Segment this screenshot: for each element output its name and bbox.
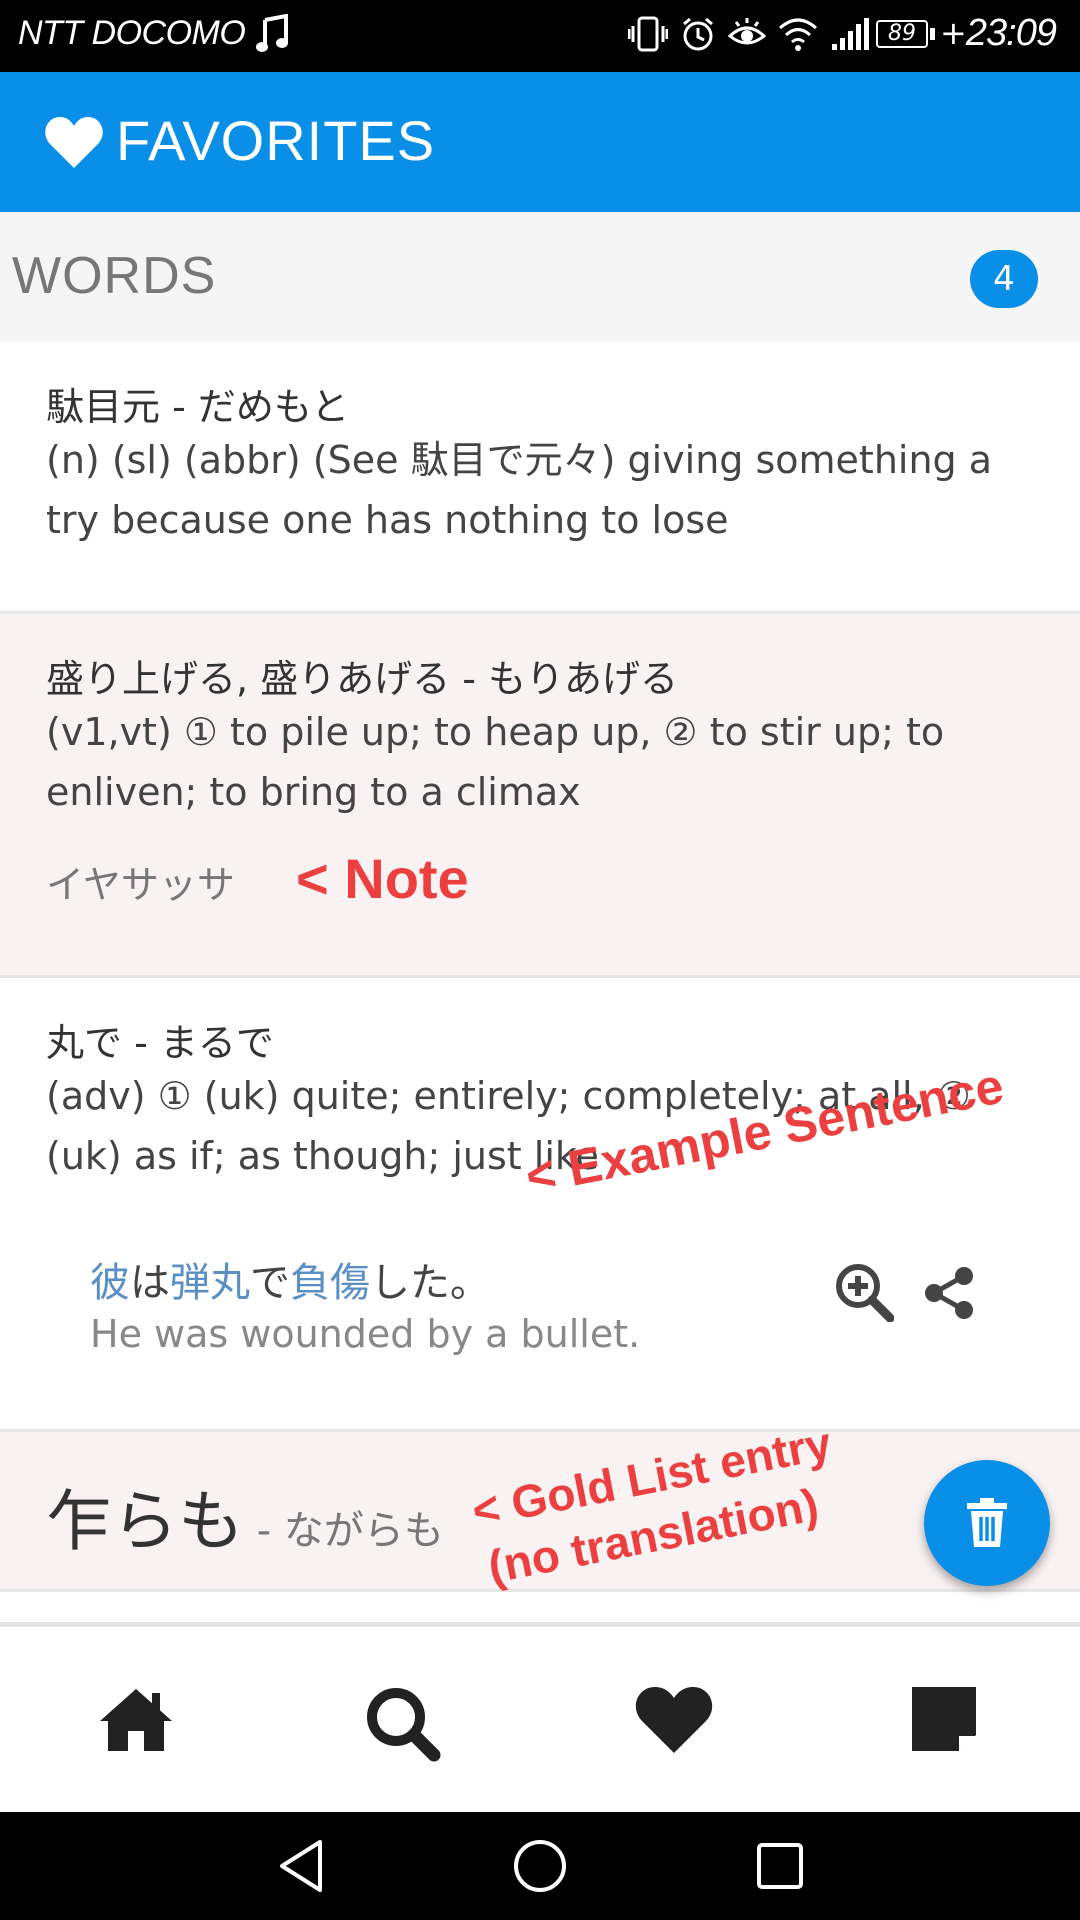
search-icon xyxy=(367,1688,441,1762)
count-badge: 4 xyxy=(970,250,1038,308)
word-heading: 駄目元 - だめもと xyxy=(46,385,350,429)
gold-list-kanji: 乍らも xyxy=(46,1483,244,1560)
signal-icon xyxy=(830,16,870,56)
example-sentence-jp: 彼は弾丸で負傷した。 xyxy=(90,1250,490,1308)
delete-fab[interactable] xyxy=(924,1460,1050,1586)
page-title: FAVORITES xyxy=(116,109,436,172)
list-item[interactable]: 盛り上げる, 盛りあげる - もりあげる (v1,vt) ① to pile u… xyxy=(0,614,1080,978)
example-sentence-en: He was wounded by a bullet. xyxy=(90,1312,641,1356)
status-icons xyxy=(627,16,870,56)
charging-plus: + xyxy=(940,14,967,52)
app-header: FAVORITES xyxy=(0,72,1080,212)
carrier-label: NTT DOCOMO xyxy=(18,14,246,52)
definition: (n) (sl) (abbr) (See 駄目で元々) giving somet… xyxy=(46,438,993,542)
back-icon[interactable] xyxy=(276,1838,326,1898)
system-nav-bar xyxy=(0,1812,1080,1920)
list-item[interactable]: 乍らも - ながらも < Gold List entry (no transla… xyxy=(0,1416,1080,1593)
nav-favorites-button[interactable] xyxy=(634,1685,714,1765)
example-word-link[interactable]: 負傷 xyxy=(290,1260,370,1306)
vibrate-icon xyxy=(627,16,669,56)
gold-list-kana: - ながらも xyxy=(244,1508,444,1554)
wifi-icon xyxy=(778,16,818,56)
nav-home-button[interactable] xyxy=(96,1685,176,1765)
share-icon[interactable] xyxy=(922,1266,976,1324)
heart-icon xyxy=(44,116,104,174)
section-title: WORDS xyxy=(12,247,217,305)
bottom-nav xyxy=(0,1622,1080,1812)
example-text: で xyxy=(250,1260,290,1306)
list-item[interactable]: 駄目元 - だめもと (n) (sl) (abbr) (See 駄目で元々) g… xyxy=(0,342,1080,614)
battery-tip xyxy=(930,28,935,40)
battery-icon: 89 xyxy=(876,20,928,48)
eye-icon xyxy=(727,16,767,56)
zoom-in-icon[interactable] xyxy=(834,1262,895,1326)
example-word-link[interactable]: 彼 xyxy=(90,1260,130,1306)
home-circle-icon[interactable] xyxy=(512,1838,568,1898)
clock: 23:09 xyxy=(965,12,1057,54)
annotation-note: < Note xyxy=(296,847,469,910)
heart-icon xyxy=(635,1687,713,1753)
example-text: は xyxy=(130,1260,170,1306)
gold-list-word: 乍らも - ながらも xyxy=(46,1468,444,1564)
trash-icon xyxy=(967,1498,1007,1547)
music-icon xyxy=(256,13,290,58)
alarm-icon xyxy=(680,16,716,56)
example-word-link[interactable]: 弾丸 xyxy=(170,1260,250,1306)
status-bar: NTT DOCOMO 89 + 23:09 xyxy=(0,0,1080,72)
home-icon xyxy=(100,1689,172,1751)
definition: (v1,vt) ① to pile up; to heap up, ② to s… xyxy=(46,710,945,814)
word-heading: 盛り上げる, 盛りあげる - もりあげる xyxy=(46,657,679,701)
nav-notes-button[interactable] xyxy=(910,1685,990,1765)
nav-search-button[interactable] xyxy=(364,1685,444,1765)
note-icon xyxy=(912,1687,976,1751)
recents-icon[interactable] xyxy=(756,1842,804,1894)
word-heading: 丸で - まるで xyxy=(46,1021,274,1065)
example-text: した。 xyxy=(370,1260,490,1306)
note-text: イヤサッサ xyxy=(46,863,235,907)
list-item[interactable]: 丸で - まるで (adv) ① (uk) quite; entirely; c… xyxy=(0,978,1080,1432)
section-header: WORDS 4 xyxy=(0,212,1080,342)
